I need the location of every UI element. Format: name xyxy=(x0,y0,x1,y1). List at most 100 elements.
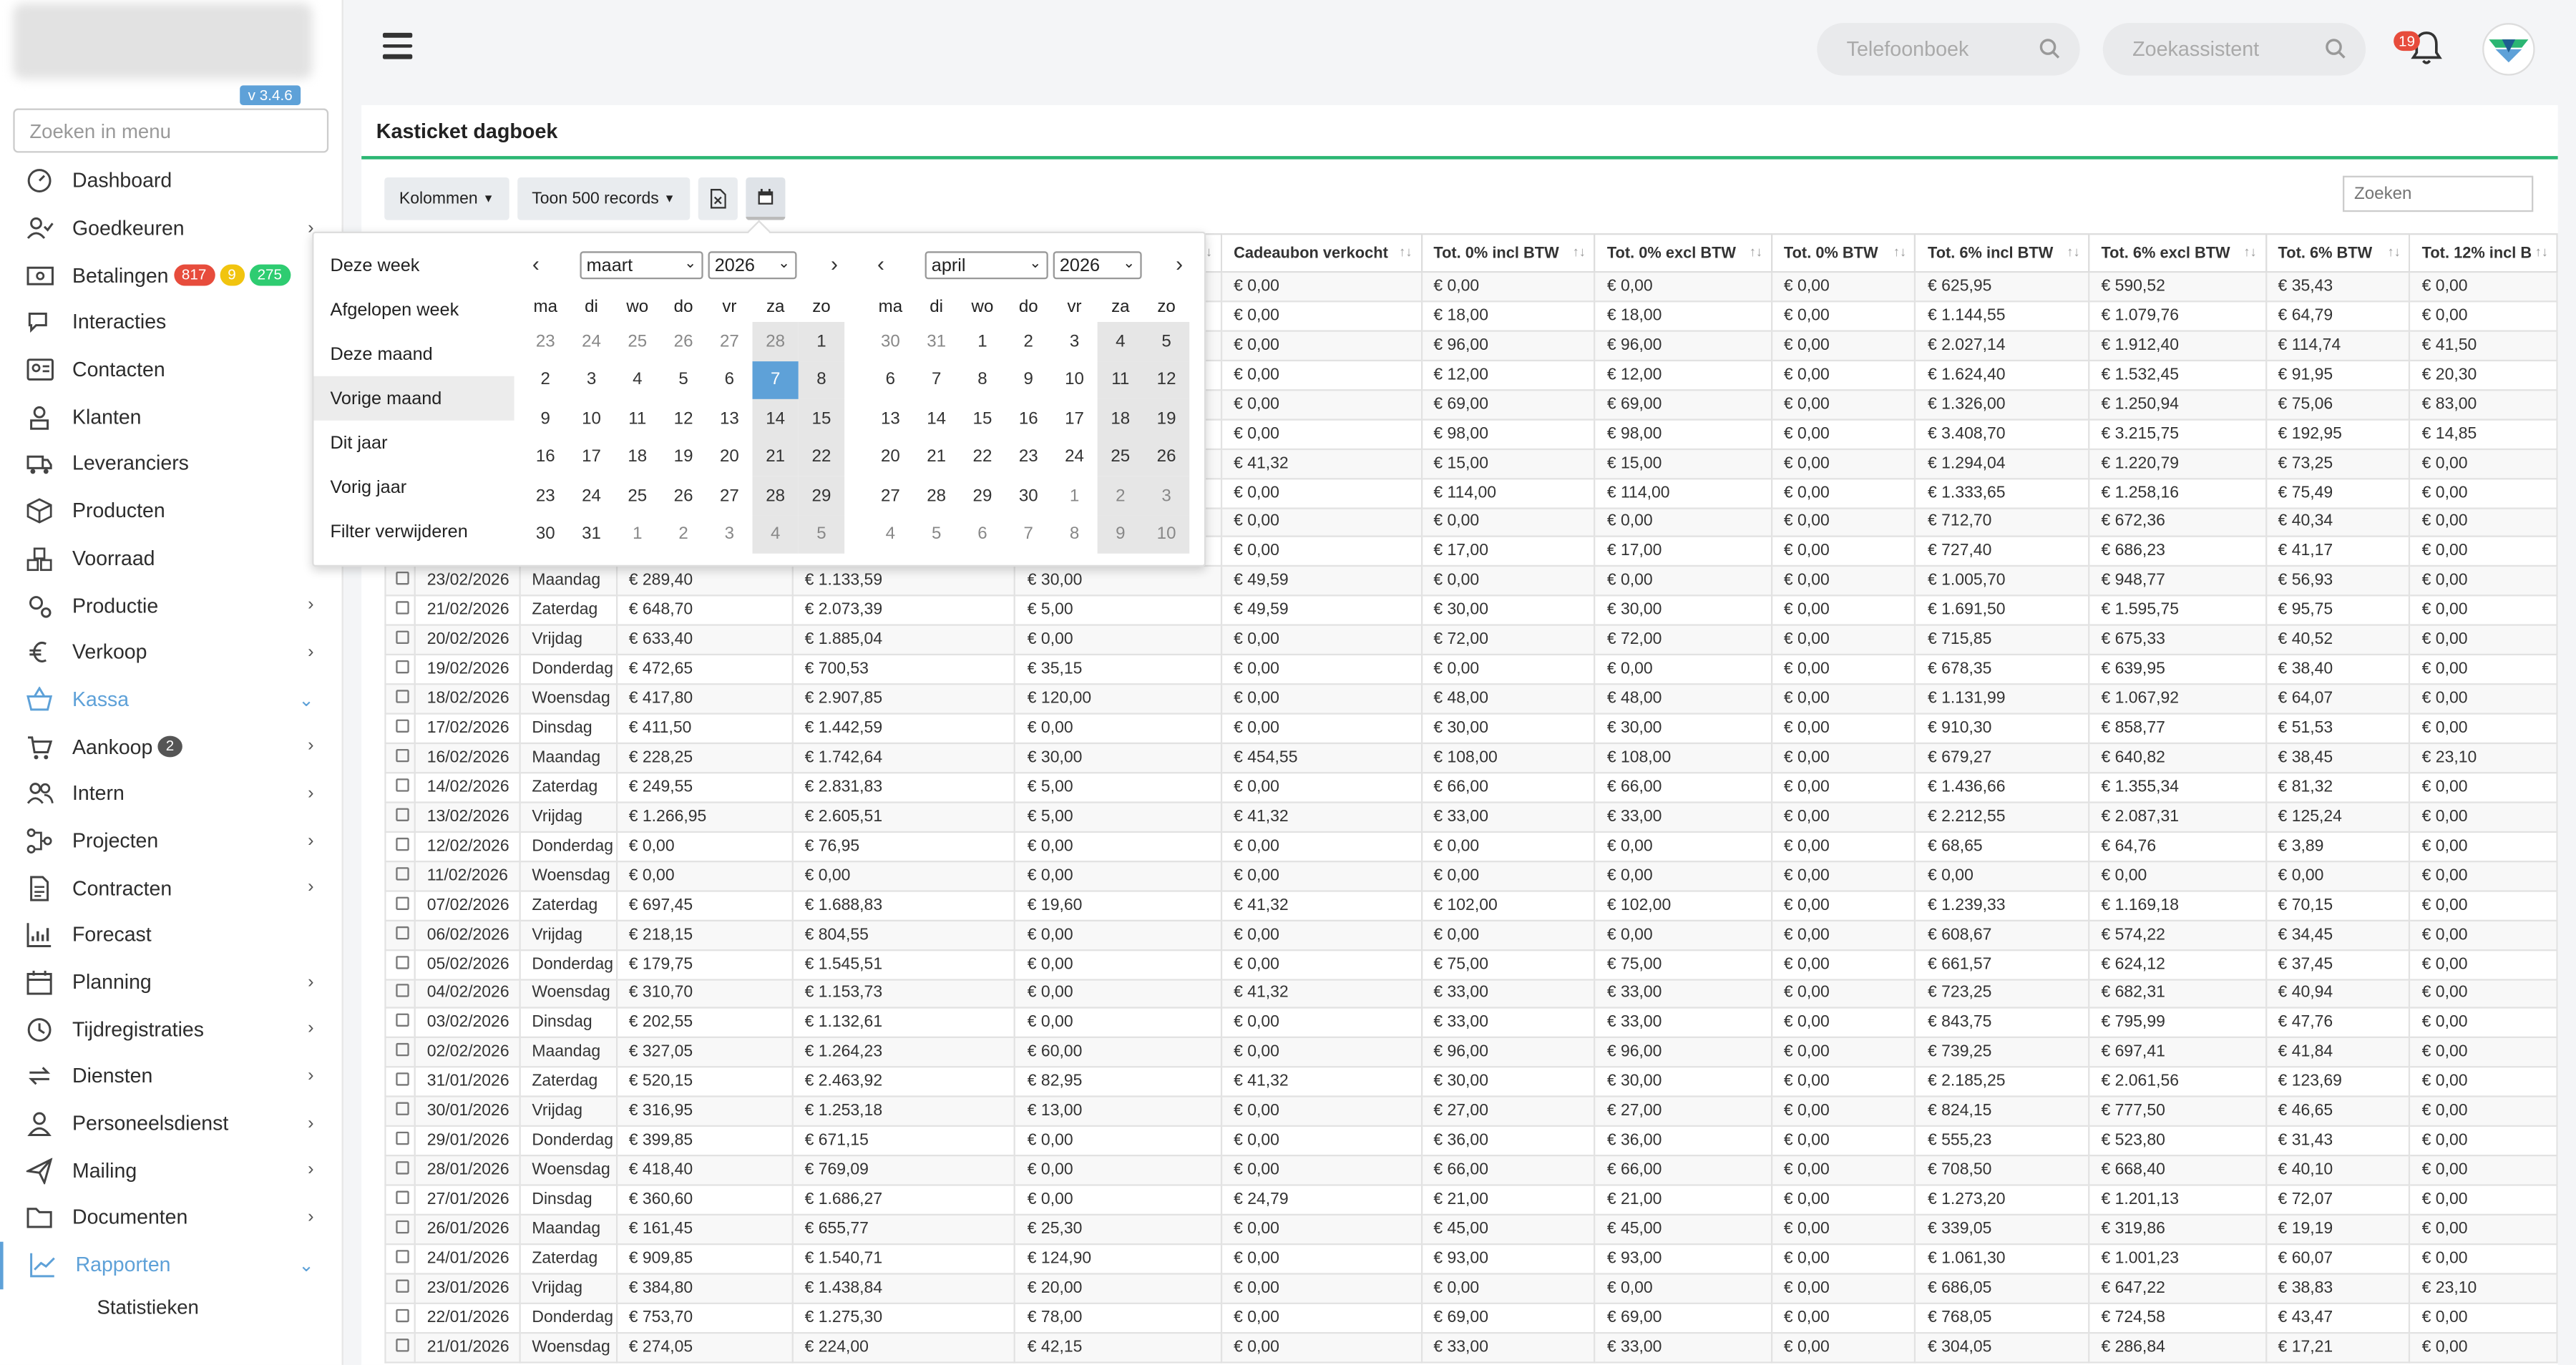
calendar-day[interactable]: 5 xyxy=(1143,322,1190,361)
calendar-day[interactable]: 23 xyxy=(522,322,568,361)
sidebar-item-contacten[interactable]: Contacten xyxy=(0,346,343,393)
calendar-day[interactable]: 15 xyxy=(960,399,1005,438)
table-row[interactable]: 12/02/2026 Donderdag € 0,00 € 76,95 € 0,00 € … xyxy=(384,831,2558,862)
row-checkbox[interactable] xyxy=(396,1308,409,1322)
row-checkbox[interactable] xyxy=(396,1249,409,1263)
calendar-day[interactable]: 25 xyxy=(1097,437,1143,476)
calendar-day[interactable]: 2 xyxy=(1005,322,1051,361)
row-checkbox[interactable] xyxy=(396,1132,409,1145)
table-row[interactable]: 14/02/2026 Zaterdag € 249,55 € 2.831,83 € 5,… xyxy=(384,771,2558,803)
table-row[interactable]: 20/02/2026 Vrijdag € 633,40 € 1.885,04 € 0,0… xyxy=(384,625,2558,656)
calendar-day[interactable]: 5 xyxy=(914,515,960,554)
sidebar-item-diensten[interactable]: Diensten › xyxy=(0,1053,343,1100)
calendar-day[interactable]: 27 xyxy=(867,476,913,515)
calendar-day[interactable]: 29 xyxy=(960,476,1005,515)
calendar-day[interactable]: 26 xyxy=(660,476,706,515)
table-row[interactable]: 11/02/2026 Woensdag € 0,00 € 0,00 € 0,00 € 0,… xyxy=(384,860,2558,891)
calendar-day[interactable]: 16 xyxy=(522,438,568,476)
calendar-day[interactable]: 22 xyxy=(960,438,1005,476)
calendar-day[interactable]: 25 xyxy=(615,476,660,515)
column-header[interactable]: Tot. 6% excl BTW ↑↓ xyxy=(2088,233,2267,273)
table-row[interactable]: 29/01/2026 Donderdag € 399,85 € 671,15 € 0,0… xyxy=(384,1125,2558,1157)
calendar-day[interactable]: 4 xyxy=(867,515,913,554)
calendar-day[interactable]: 14 xyxy=(914,399,960,438)
month-select-left[interactable]: maart ⌄ xyxy=(580,251,703,280)
sidebar-item-projecten[interactable]: Projecten › xyxy=(0,818,343,865)
calendar-day[interactable]: 18 xyxy=(1097,398,1143,438)
range-option[interactable]: Vorige maand xyxy=(313,376,514,421)
calendar-day[interactable]: 21 xyxy=(914,438,960,476)
table-row[interactable]: 22/01/2026 Donderdag € 753,70 € 1.275,30 € 7… xyxy=(384,1302,2558,1334)
next-month-icon[interactable]: › xyxy=(1176,251,1183,275)
calendar-day[interactable]: 13 xyxy=(867,399,913,438)
calendar-day[interactable]: 24 xyxy=(1051,438,1097,476)
row-checkbox[interactable] xyxy=(396,690,409,703)
row-checkbox[interactable] xyxy=(396,631,409,645)
table-row[interactable]: 26/01/2026 Maandag € 161,45 € 655,77 € 25,30… xyxy=(384,1213,2558,1246)
calendar-day[interactable]: 26 xyxy=(1143,437,1190,476)
range-option[interactable]: Afgelopen week xyxy=(314,288,514,332)
row-checkbox[interactable] xyxy=(396,1279,409,1293)
calendar-day[interactable]: 10 xyxy=(1143,514,1190,554)
sidebar-item-producten[interactable]: Producten xyxy=(0,487,343,534)
calendar-day[interactable]: 8 xyxy=(960,361,1005,399)
table-row[interactable]: 23/01/2026 Vrijdag € 384,80 € 1.438,84 € 20,… xyxy=(384,1273,2558,1304)
table-row[interactable]: 30/01/2026 Vrijdag € 316,95 € 1.253,18 € 13,… xyxy=(384,1095,2558,1127)
row-checkbox[interactable] xyxy=(396,1220,409,1234)
table-row[interactable]: 04/02/2026 Woensdag € 310,70 € 1.153,73 € 0,… xyxy=(384,978,2558,1009)
row-checkbox[interactable] xyxy=(396,1043,409,1057)
calendar-day[interactable]: 5 xyxy=(660,361,706,399)
row-checkbox[interactable] xyxy=(396,1102,409,1116)
calendar-day[interactable]: 20 xyxy=(867,438,913,476)
calendar-day[interactable]: 2 xyxy=(1097,476,1143,515)
sidebar-item-klanten[interactable]: Klanten xyxy=(0,393,343,441)
calendar-day[interactable]: 11 xyxy=(1097,360,1143,399)
row-checkbox[interactable] xyxy=(396,955,409,969)
user-avatar[interactable] xyxy=(2482,23,2535,76)
table-row[interactable]: 17/02/2026 Dinsdag € 411,50 € 1.442,59 € 0,0… xyxy=(384,713,2558,745)
table-row[interactable]: 23/02/2026 Maandag € 289,40 € 1.133,59 € 30,… xyxy=(384,565,2558,597)
calendar-day[interactable]: 9 xyxy=(522,399,568,438)
sidebar-item-verkoop[interactable]: Verkoop › xyxy=(0,629,343,676)
prev-month-icon[interactable]: ‹ xyxy=(877,251,884,275)
table-row[interactable]: 18/02/2026 Woensdag € 417,80 € 2.907,85 € 12… xyxy=(384,683,2558,715)
row-checkbox[interactable] xyxy=(396,866,409,880)
export-excel-button[interactable] xyxy=(698,177,738,220)
month-select-right[interactable]: april ⌄ xyxy=(924,251,1048,280)
calendar-day[interactable]: 28 xyxy=(752,322,799,361)
row-checkbox[interactable] xyxy=(396,1190,409,1204)
calendar-day[interactable]: 19 xyxy=(1143,398,1190,438)
sidebar-item-goedkeuren[interactable]: Goedkeuren › xyxy=(0,205,343,252)
range-option[interactable]: Dit jaar xyxy=(314,421,514,465)
table-row[interactable]: 31/01/2026 Zaterdag € 520,15 € 2.463,92 € 82… xyxy=(384,1066,2558,1098)
sidebar-item-mailing[interactable]: Mailing › xyxy=(0,1148,343,1195)
row-checkbox[interactable] xyxy=(396,984,409,998)
calendar-day[interactable]: 4 xyxy=(615,361,660,399)
calendar-day[interactable]: 1 xyxy=(960,322,1005,361)
calendar-day[interactable]: 10 xyxy=(568,399,614,438)
row-checkbox[interactable] xyxy=(396,1161,409,1175)
calendar-day[interactable]: 13 xyxy=(706,399,752,438)
calendar-day[interactable]: 12 xyxy=(660,399,706,438)
prev-month-icon[interactable]: ‹ xyxy=(532,251,540,275)
calendar-day[interactable]: 27 xyxy=(706,322,752,361)
range-option[interactable]: Vorig jaar xyxy=(314,465,514,509)
calendar-day[interactable]: 5 xyxy=(798,514,845,554)
company-logo[interactable] xyxy=(13,3,313,79)
column-header[interactable]: Cadeaubon verkocht ↑↓ xyxy=(1220,233,1423,273)
calendar-day[interactable]: 17 xyxy=(568,438,614,476)
table-row[interactable]: 02/02/2026 Maandag € 327,05 € 1.264,23 € 60,… xyxy=(384,1037,2558,1069)
calendar-day[interactable]: 29 xyxy=(798,476,845,515)
row-checkbox[interactable] xyxy=(396,719,409,733)
table-row[interactable]: 06/02/2026 Vrijdag € 218,15 € 804,55 € 0,00 €… xyxy=(384,919,2558,951)
row-checkbox[interactable] xyxy=(396,572,409,586)
menu-search-input[interactable] xyxy=(13,108,329,153)
sidebar-item-aankoop[interactable]: Aankoop 2 › xyxy=(0,723,343,770)
calendar-day[interactable]: 8 xyxy=(1051,515,1097,554)
columns-button[interactable]: Kolommen ▼ xyxy=(384,177,509,220)
calendar-day[interactable]: 3 xyxy=(1143,476,1190,515)
column-header[interactable]: Tot. 0% BTW ↑↓ xyxy=(1770,233,1916,273)
row-checkbox[interactable] xyxy=(396,1072,409,1087)
calendar-day[interactable]: 7 xyxy=(1005,515,1051,554)
calendar-day[interactable]: 6 xyxy=(706,361,752,399)
